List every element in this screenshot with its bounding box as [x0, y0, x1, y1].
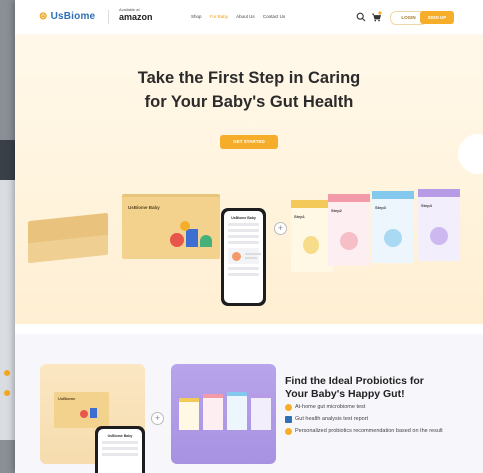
probiotic-box-label: Step2 [331, 208, 342, 213]
get-started-button[interactable]: GET STARTED [220, 135, 278, 149]
logo-divider [108, 10, 109, 24]
site-header: ⊜ UsBiome Available at amazon Shop For B… [15, 0, 483, 35]
kit-decor-circle [170, 233, 184, 247]
signup-button[interactable]: SIGN UP [420, 11, 454, 24]
amazon-logo-text: amazon [119, 12, 153, 22]
section-title-line-1: Find the Ideal Probiotics for [285, 375, 424, 387]
test-kit-icon [285, 404, 292, 411]
mascot-icon [430, 227, 448, 245]
mini-probiotic-box [251, 394, 271, 430]
recommendation-icon [285, 428, 292, 435]
phone-mockup-2: UsBiome Baby [95, 426, 145, 473]
search-icon[interactable] [356, 12, 366, 22]
phone-row [102, 441, 138, 444]
kit-decor-circle [80, 410, 88, 418]
plus-icon: + [151, 412, 164, 425]
kit-decor-rect [186, 229, 198, 247]
background-status-dot [4, 370, 10, 376]
hero-title-line-2: for Your Baby's Gut Health [144, 93, 354, 111]
phone-mockup: UsBiome Baby [221, 208, 266, 306]
nav-shop[interactable]: Shop [191, 14, 202, 19]
nav-for-baby[interactable]: For Baby [210, 14, 228, 19]
phone-row [228, 235, 259, 238]
probiotic-box-label: Step3 [375, 205, 386, 210]
nav-contact-us[interactable]: Contact Us [263, 14, 285, 19]
probiotic-box-label: Step1 [294, 214, 305, 219]
feature-item: At-home gut microbiome test [285, 404, 465, 411]
mascot-icon [384, 229, 402, 247]
phone-row [228, 241, 259, 244]
main-nav: Shop For Baby About Us Contact Us [191, 14, 292, 19]
probiotic-box-cap [291, 200, 333, 208]
kit-decor-rect [90, 408, 97, 418]
phone-app-header: UsBiome Baby [231, 216, 256, 220]
probiotic-box-step1: Step1 [291, 200, 333, 272]
phone-row [228, 273, 259, 276]
mini-probiotic-box [227, 392, 247, 430]
phone-row [228, 267, 259, 270]
feature-item: Personalized probiotics recommendation b… [285, 428, 465, 435]
kit-decor-dot [180, 221, 190, 231]
phone-chart-donut [232, 252, 241, 261]
kit-box-image: UsBiome [54, 392, 109, 428]
phone-row [228, 223, 259, 226]
mascot-icon [340, 232, 358, 250]
background-status-dot [4, 390, 10, 396]
phone-app-header-2: UsBiome Baby [107, 434, 133, 438]
probiotic-box-cap [328, 194, 370, 202]
phone-chart [228, 248, 261, 264]
nav-about-us[interactable]: About Us [236, 14, 255, 19]
usbiome-logo[interactable]: ⊜ UsBiome [39, 11, 95, 22]
mini-probiotic-box [203, 394, 223, 430]
phone-chart-line [245, 257, 257, 259]
report-icon [285, 416, 292, 423]
feature-list: At-home gut microbiome test Gut health a… [285, 404, 465, 440]
hero-title-line-1: Take the First Step in Caring [137, 69, 361, 87]
browser-page: ⊜ UsBiome Available at amazon Shop For B… [15, 0, 483, 473]
feature-item-text: At-home gut microbiome test [295, 404, 366, 410]
plus-icon: + [274, 222, 287, 235]
hero-title: Take the First Step in Caring for Your B… [15, 66, 483, 114]
mascot-icon [303, 236, 319, 254]
section-title-line-2: Your Baby's Happy Gut! [285, 387, 405, 400]
amazon-badge[interactable]: Available at amazon [119, 7, 153, 22]
feature-item-text: Personalized probiotics recommendation b… [295, 428, 443, 434]
phone-chart-line [245, 253, 261, 255]
probiotics-photo-card [171, 364, 276, 464]
feature-item: Gut health analysis test report [285, 416, 465, 423]
phone-row [228, 229, 259, 232]
probiotic-box-cap [418, 189, 460, 197]
kit-box-image-label: UsBiome [58, 396, 76, 401]
phone-screen: UsBiome Baby [224, 211, 263, 303]
hero-section: Take the First Step in Caring for Your B… [15, 34, 483, 357]
phone-row [102, 453, 138, 456]
kit-decor-arch [200, 235, 212, 247]
feature-item-text: Gut health analysis test report [295, 416, 369, 422]
probiotic-box-cap [372, 191, 414, 199]
probiotic-box-label: Step4 [421, 203, 432, 208]
mini-probiotic-box [179, 398, 199, 430]
probiotic-box-step3: Step3 [372, 191, 414, 263]
find-probiotics-section: UsBiome UsBiome Baby + Find the Ideal Pr… [15, 334, 483, 473]
decorative-circle [458, 134, 483, 174]
phone-screen-2: UsBiome Baby [98, 429, 142, 473]
phone-row [102, 447, 138, 450]
cart-icon[interactable] [371, 11, 382, 22]
section-title: Find the Ideal Probiotics for Your Baby'… [285, 375, 424, 400]
kit-box-label: UsBiome Baby [128, 205, 160, 210]
kit-box-open: UsBiome Baby [122, 197, 220, 259]
probiotic-box-step4: Step4 [418, 189, 460, 261]
probiotic-box-step2: Step2 [328, 194, 370, 266]
